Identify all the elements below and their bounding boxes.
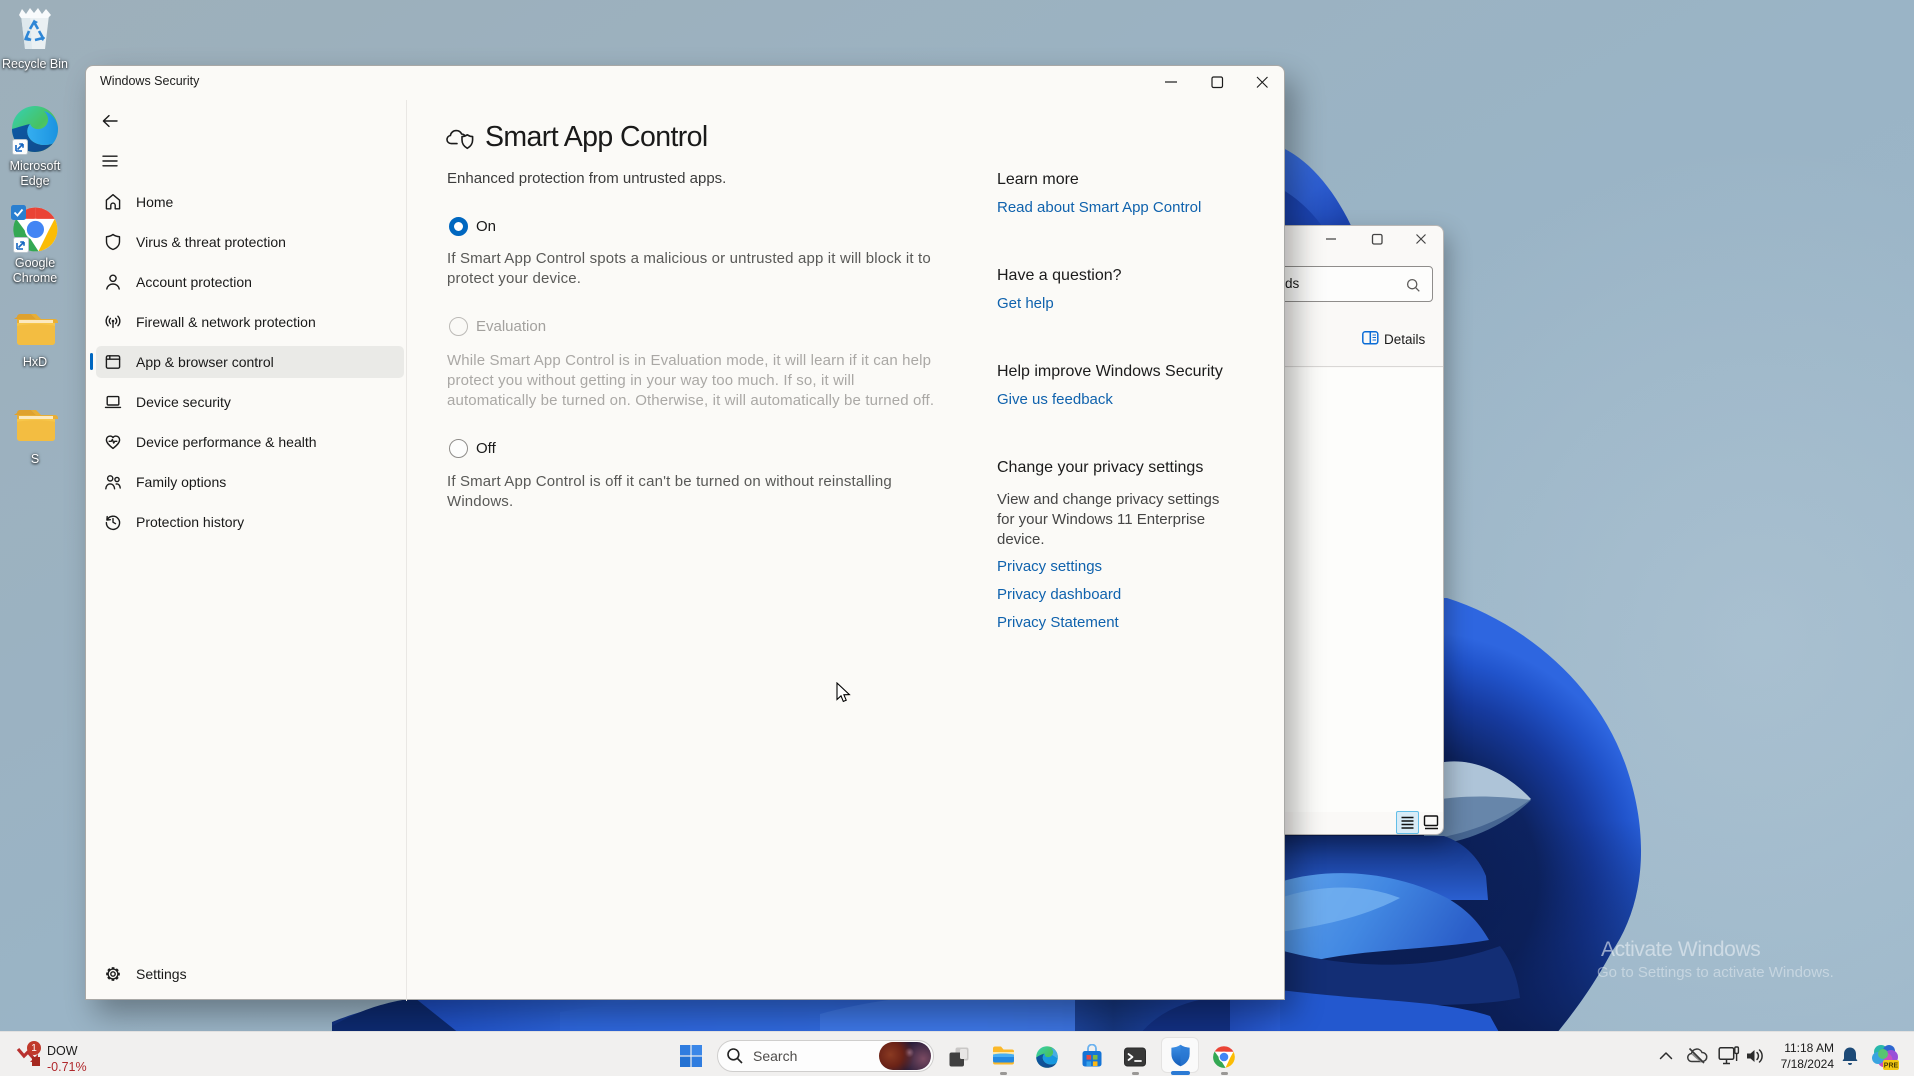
svg-text:PRE: PRE bbox=[1884, 1063, 1899, 1070]
svg-text:1: 1 bbox=[31, 1043, 37, 1054]
